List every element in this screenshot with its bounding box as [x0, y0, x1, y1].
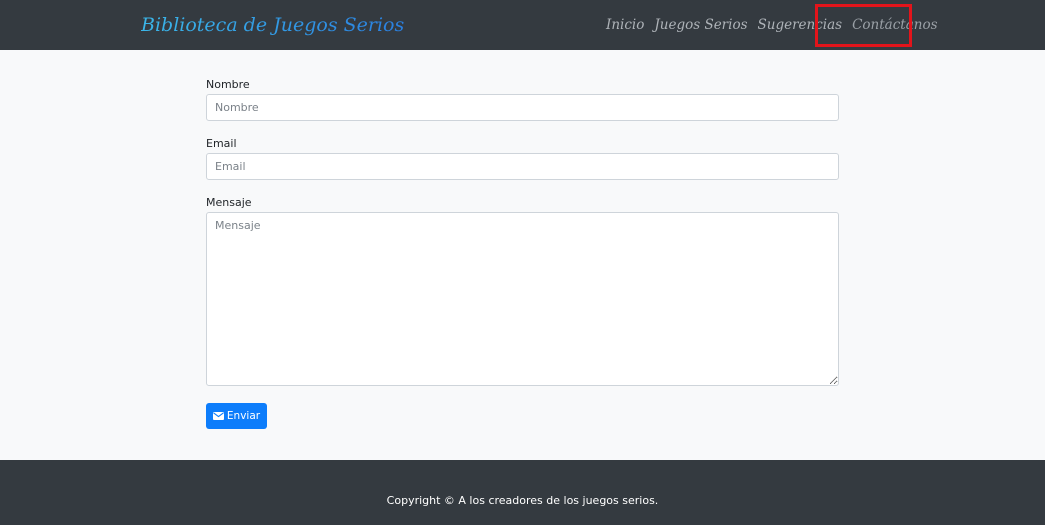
message-textarea[interactable]	[206, 212, 839, 386]
name-label: Nombre	[206, 78, 250, 91]
top-navbar: Biblioteca de Juegos Serios Inicio Juego…	[0, 0, 1045, 50]
contact-form: Nombre Email Mensaje	[206, 76, 839, 386]
brand-logo-link[interactable]: Biblioteca de Juegos Serios	[141, 11, 404, 39]
email-label: Email	[206, 137, 237, 150]
submit-button[interactable]: Enviar	[206, 403, 267, 429]
message-label: Mensaje	[206, 196, 252, 209]
email-input[interactable]	[206, 153, 839, 180]
nav-link-juegos-serios[interactable]: Juegos Serios	[654, 14, 747, 36]
envelope-icon	[212, 412, 224, 420]
name-input[interactable]	[206, 94, 839, 121]
highlight-box	[815, 4, 912, 47]
submit-button-label: Enviar	[226, 410, 261, 422]
nav-link-inicio[interactable]: Inicio	[606, 14, 644, 36]
copyright-text: Copyright © A los creadores de los juego…	[386, 494, 659, 507]
